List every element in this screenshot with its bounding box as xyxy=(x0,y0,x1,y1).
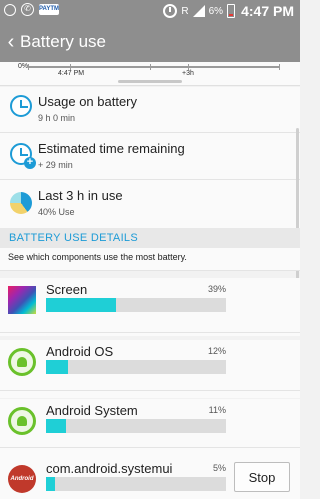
row-title: Usage on battery xyxy=(38,94,138,109)
row-subtitle: 40% Use xyxy=(38,207,75,217)
graph-axis xyxy=(28,66,280,68)
graph-tick xyxy=(28,64,29,70)
clock-plus-icon: + xyxy=(10,143,36,169)
screen-icon xyxy=(8,286,36,314)
usage-bar-fill xyxy=(46,419,66,433)
clock-time: 4:47 PM xyxy=(241,3,294,19)
app-percent: 11% xyxy=(208,405,226,415)
last-3h-row[interactable]: Last 3 h in use 40% Use xyxy=(0,180,300,228)
app-name: Android OS xyxy=(46,344,114,359)
alarm-icon xyxy=(163,4,178,18)
row-title: Last 3 h in use xyxy=(38,188,123,203)
clock-icon xyxy=(10,95,34,119)
battery-icon xyxy=(227,4,236,18)
battery-percent: 6% xyxy=(208,5,224,17)
usage-bar xyxy=(46,419,226,433)
section-description-text: See which components use the most batter… xyxy=(8,252,187,262)
battery-graph[interactable]: 0% 4:47 PM +3h xyxy=(0,62,300,86)
divider xyxy=(0,332,300,333)
graph-x-label-end: +3h xyxy=(182,70,194,77)
usage-bar-fill xyxy=(46,360,68,374)
usage-bar-fill xyxy=(46,298,117,312)
status-bar: ✆ PAYTM R 6% 4:47 PM xyxy=(0,0,300,22)
usage-bar xyxy=(46,298,226,312)
usage-bar xyxy=(46,360,226,374)
divider xyxy=(0,270,300,271)
page-title: Battery use xyxy=(20,32,106,51)
graph-tick xyxy=(150,64,151,70)
graph-x-label-start: 4:47 PM xyxy=(58,70,85,77)
divider xyxy=(0,390,300,391)
section-header: BATTERY USE DETAILS xyxy=(0,228,300,248)
row-title: Estimated time remaining xyxy=(38,141,185,156)
pie-chart-icon xyxy=(10,192,34,216)
android-icon xyxy=(8,348,36,376)
app-name: Android System xyxy=(46,403,138,418)
back-icon[interactable]: ‹ xyxy=(4,32,18,52)
graph-drag-handle[interactable] xyxy=(118,80,182,83)
notification-icons: ✆ PAYTM xyxy=(4,3,59,16)
row-subtitle: 9 h 0 min xyxy=(38,113,76,123)
graph-y-start-label: 0% xyxy=(18,63,29,70)
app-percent: 5% xyxy=(212,463,226,473)
usage-on-battery-row[interactable]: Usage on battery 9 h 0 min xyxy=(0,87,300,132)
paytm-icon: PAYTM xyxy=(39,4,59,15)
usage-bar xyxy=(46,477,226,491)
estimated-time-row[interactable]: + Estimated time remaining + 29 min xyxy=(0,133,300,179)
app-name: Screen xyxy=(46,282,88,297)
app-percent: 12% xyxy=(207,346,226,356)
app-name: com.android.systemui xyxy=(46,461,173,476)
whatsapp-icon: ✆ xyxy=(21,3,34,16)
section-description: See which components use the most batter… xyxy=(0,248,300,270)
row-subtitle: + 29 min xyxy=(38,160,73,170)
notification-icon xyxy=(4,3,16,16)
section-header-label: BATTERY USE DETAILS xyxy=(9,232,138,244)
app-percent: 39% xyxy=(207,284,226,294)
usage-bar-fill xyxy=(46,477,55,491)
list-item-screen[interactable]: Screen 39% xyxy=(0,278,300,336)
roaming-label: R xyxy=(181,5,189,17)
stop-button[interactable]: Stop xyxy=(234,462,290,492)
divider xyxy=(0,447,300,448)
kitkat-icon: Android xyxy=(8,465,36,493)
app-bar: ‹ Battery use xyxy=(0,22,300,62)
signal-icon xyxy=(192,5,205,17)
status-indicators: R 6% 4:47 PM xyxy=(163,3,294,19)
graph-tick xyxy=(279,64,280,70)
list-item-android-system[interactable]: Android System 11% xyxy=(0,399,300,457)
android-icon xyxy=(8,407,36,435)
